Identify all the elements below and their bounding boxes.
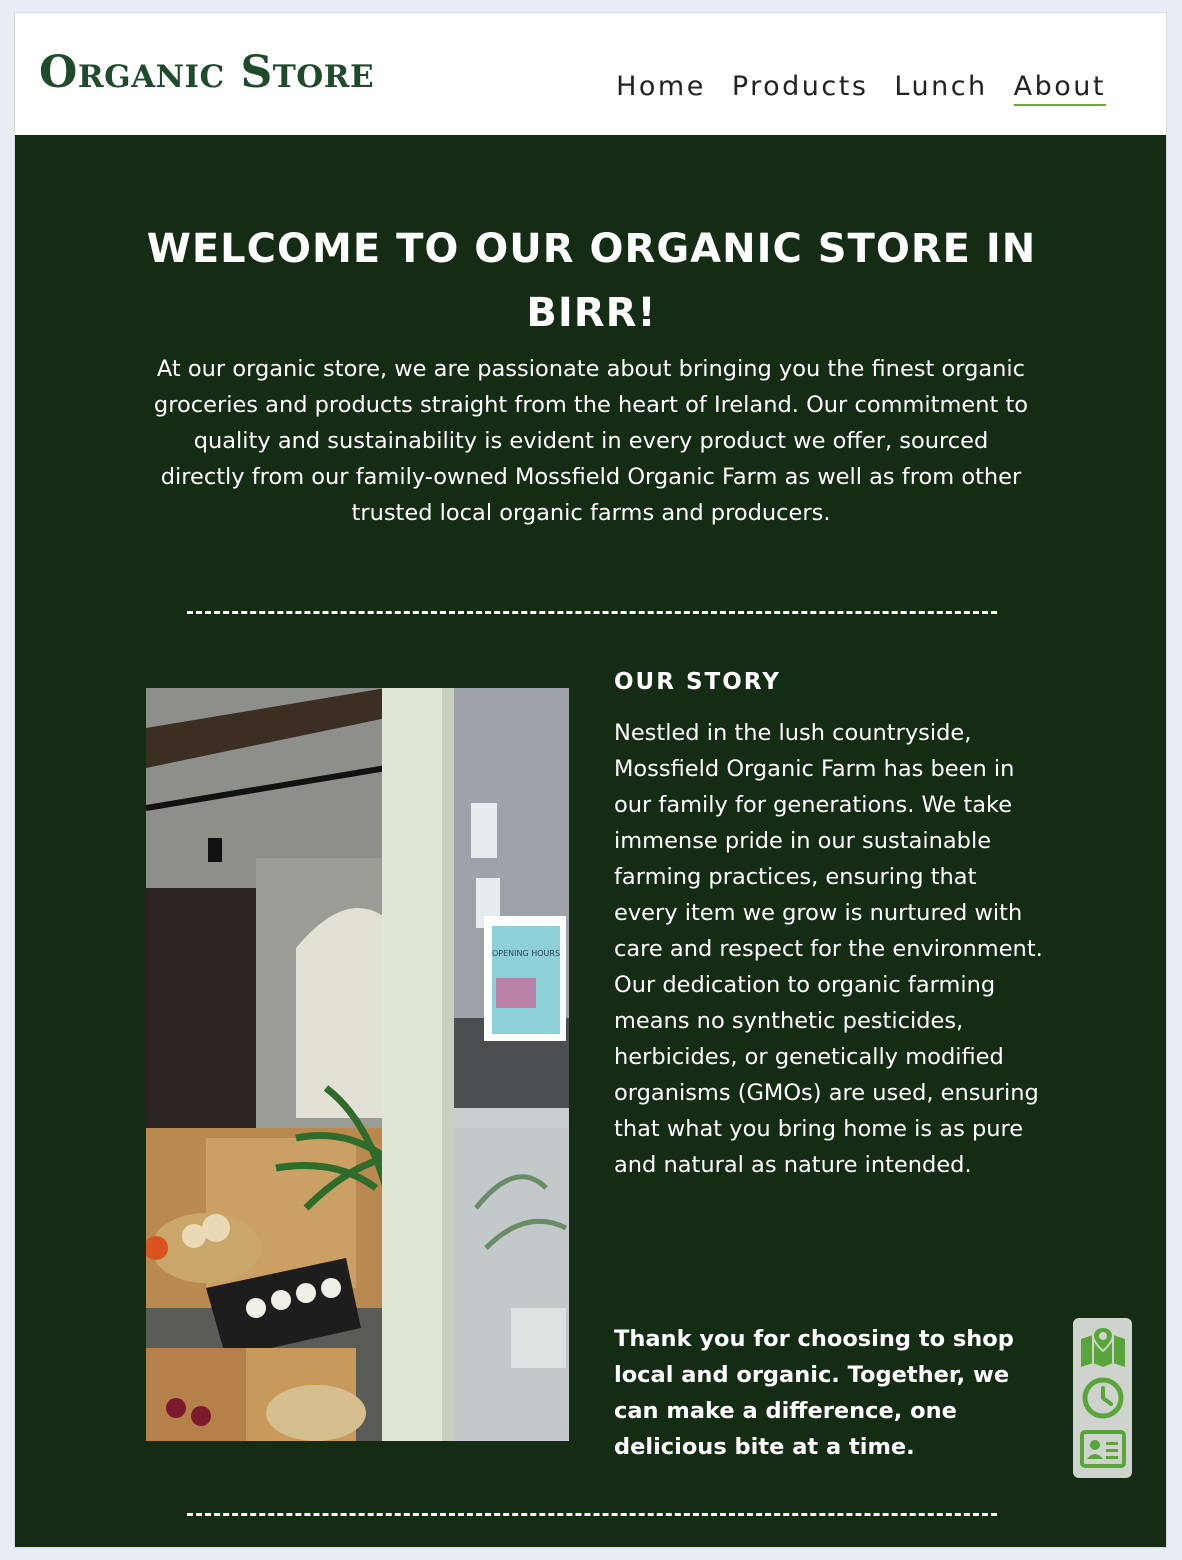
page: Organic Store Home Products Lunch About … bbox=[14, 12, 1167, 1548]
clock-icon bbox=[1082, 1377, 1123, 1419]
map-icon bbox=[1080, 1326, 1125, 1368]
svg-text:OPENING HOURS: OPENING HOURS bbox=[492, 949, 560, 958]
thanks-message: Thank you for choosing to shop local and… bbox=[614, 1326, 1014, 1460]
about-section: WELCOME TO OUR ORGANIC STORE IN BIRR! At… bbox=[15, 135, 1166, 1547]
hours-button[interactable] bbox=[1077, 1375, 1129, 1421]
welcome-title: WELCOME TO OUR ORGANIC STORE IN BIRR! bbox=[146, 226, 1037, 336]
intro-paragraph: At our organic store, we are passionate … bbox=[153, 356, 1029, 526]
map-button[interactable] bbox=[1077, 1324, 1129, 1370]
section-divider-top bbox=[187, 611, 997, 614]
main-nav: Home Products Lunch About bbox=[616, 71, 1106, 106]
contact-card-icon bbox=[1079, 1429, 1126, 1468]
quick-links-widget bbox=[1073, 1318, 1132, 1478]
section-divider-bottom bbox=[187, 1513, 997, 1516]
site-header: Organic Store Home Products Lunch About bbox=[15, 13, 1166, 135]
store-front-photo: OPENING HOURS bbox=[146, 688, 569, 1441]
nav-about[interactable]: About bbox=[1013, 71, 1106, 106]
contact-button[interactable] bbox=[1077, 1426, 1129, 1472]
nav-lunch[interactable]: Lunch bbox=[894, 71, 987, 106]
nav-products[interactable]: Products bbox=[732, 71, 869, 106]
store-logo[interactable]: Organic Store bbox=[39, 51, 374, 95]
story-paragraph: Nestled in the lush countryside, Mossfie… bbox=[614, 720, 1043, 1178]
nav-home[interactable]: Home bbox=[616, 71, 706, 106]
story-heading: OUR STORY bbox=[614, 669, 781, 695]
